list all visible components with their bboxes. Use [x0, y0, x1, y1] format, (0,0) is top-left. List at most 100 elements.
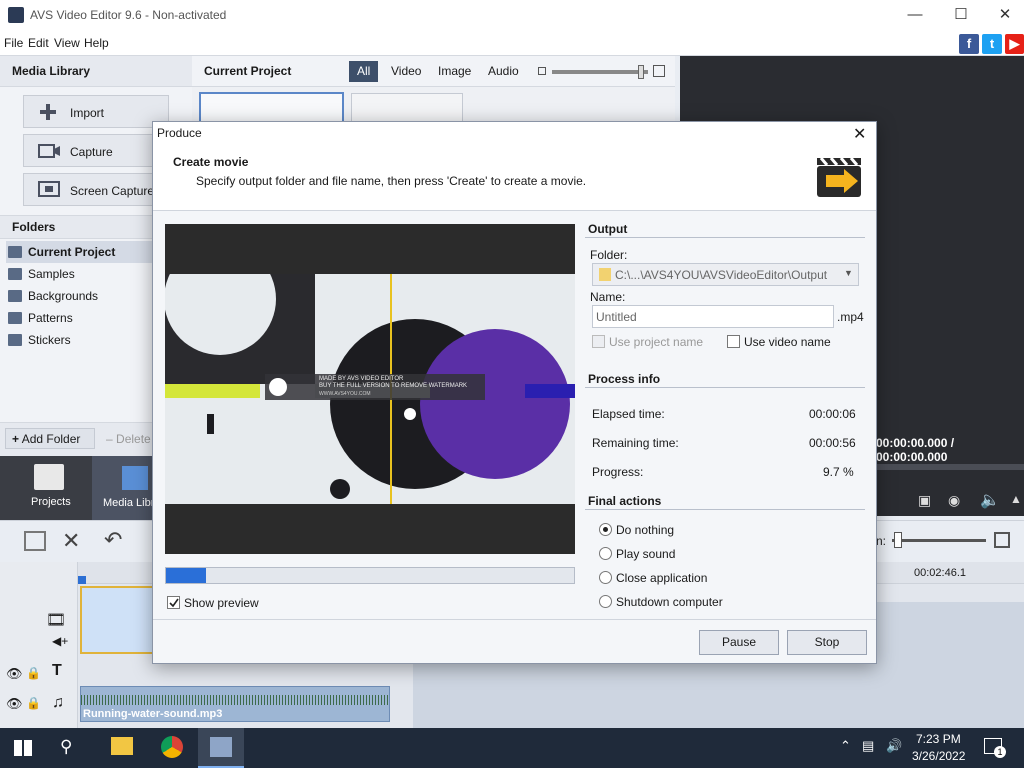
avs-taskbar-item[interactable] [198, 728, 244, 768]
option-close-application: Close application [616, 571, 708, 585]
import-button[interactable]: Import [23, 95, 169, 128]
lock-icon[interactable]: 🔒 [26, 666, 41, 680]
pause-button[interactable]: Pause [699, 630, 779, 655]
maximize-button[interactable]: ☐ [938, 0, 984, 31]
stop-button[interactable]: Stop [787, 630, 867, 655]
use-video-name-checkbox[interactable] [727, 335, 740, 348]
snapshot-icon[interactable]: ◉ [948, 492, 960, 509]
folders-heading: Folders [12, 220, 56, 234]
radio-do-nothing[interactable] [599, 523, 612, 536]
remaining-label: Remaining time: [592, 436, 679, 450]
radio-shutdown-computer[interactable] [599, 595, 612, 608]
menu-edit[interactable]: Edit [28, 36, 49, 50]
project-header: Current Project All Video Image Audio [192, 56, 675, 87]
zoom-label: n: [876, 534, 887, 548]
folder-stickers[interactable]: Stickers [6, 329, 156, 351]
capture-button[interactable]: Capture [23, 134, 169, 167]
dialog-header: Produce ✕ Create movie Specify output fo… [153, 122, 876, 210]
folder-label: Folder: [590, 248, 628, 262]
add-folder-button[interactable]: + Add Folder [5, 428, 95, 449]
filter-image[interactable]: Image [430, 61, 479, 82]
timeline-time: 00:02:46.1 [914, 567, 966, 579]
small-thumb-icon[interactable] [538, 67, 546, 75]
more-icon[interactable]: ▲ [1010, 492, 1022, 506]
minimize-button[interactable]: — [892, 0, 938, 31]
screen-capture-button[interactable]: Screen Capture [23, 173, 169, 206]
video-clip[interactable] [80, 586, 158, 654]
folder-current-project[interactable]: Current Project [6, 241, 156, 263]
radio-close-application[interactable] [599, 571, 612, 584]
video-preview: MADE BY AVS VIDEO EDITOR BUY THE FULL VE… [165, 224, 575, 554]
filter-audio[interactable]: Audio [480, 61, 527, 82]
zoom-handle[interactable] [894, 532, 902, 548]
title-bar: AVS Video Editor 9.6 - Non-activated — ☐… [0, 0, 1024, 31]
filter-video[interactable]: Video [383, 61, 429, 82]
folder-patterns[interactable]: Patterns [6, 307, 156, 329]
folder-samples[interactable]: Samples [6, 263, 156, 285]
show-preview-checkbox[interactable] [167, 596, 180, 609]
twitter-icon[interactable]: t [982, 34, 1002, 54]
slider-handle[interactable] [638, 65, 644, 79]
folder-backgrounds[interactable]: Backgrounds [6, 285, 156, 307]
fullscreen-icon[interactable]: ▣ [918, 492, 931, 509]
watermark-overlay: MADE BY AVS VIDEO EDITOR BUY THE FULL VE… [265, 374, 485, 400]
nav-media-library[interactable]: Media Libr [103, 497, 154, 509]
clapperboard-arrow-icon [816, 156, 862, 198]
audio-add-icon: ◀+ [52, 634, 69, 648]
use-project-name-checkbox[interactable] [592, 335, 605, 348]
nav-projects[interactable]: Projects [31, 496, 71, 508]
menu-view[interactable]: View [54, 36, 80, 50]
menu-file[interactable]: File [4, 36, 23, 50]
chevron-up-icon[interactable]: ⌃ [840, 738, 851, 754]
output-folder-select[interactable]: C:\...\AVS4YOU\AVSVideoEditor\Output ▼ [592, 263, 859, 286]
final-actions-heading: Final actions [588, 494, 662, 508]
radio-play-sound[interactable] [599, 547, 612, 560]
thumb-size-slider[interactable] [552, 70, 648, 74]
chevron-down-icon: ▼ [844, 268, 853, 278]
elapsed-value: 00:00:06 [809, 407, 856, 421]
speaker-icon[interactable]: 🔊 [886, 738, 902, 754]
close-button[interactable]: ✕ [982, 0, 1024, 31]
audio-waveform [81, 695, 389, 705]
delete-clip-icon[interactable]: ✕ [62, 528, 80, 554]
clock-date[interactable]: 3/26/2022 [912, 749, 965, 763]
file-explorer-icon[interactable] [111, 737, 133, 755]
undo-icon[interactable]: ↶ [104, 527, 122, 553]
eye-icon[interactable]: 👁 [6, 696, 23, 712]
notification-count: 1 [994, 746, 1006, 758]
youtube-icon[interactable]: ▶ [1005, 34, 1024, 54]
player-seekbar[interactable] [876, 464, 1024, 470]
fit-timeline-icon[interactable] [994, 532, 1010, 548]
file-name-input[interactable]: Untitled [592, 305, 834, 328]
menu-help[interactable]: Help [84, 36, 109, 50]
windows-start-icon[interactable] [14, 740, 32, 756]
delete-button[interactable]: – Delete [106, 432, 151, 446]
eye-icon[interactable]: 👁 [6, 666, 23, 682]
watermark-line2: BUY THE FULL VERSION TO REMOVE WATERMARK [319, 383, 468, 389]
clapperboard-icon [34, 464, 64, 490]
search-icon[interactable]: ⚲ [60, 737, 72, 757]
facebook-icon[interactable]: f [959, 34, 979, 54]
volume-icon[interactable]: 🔈 [980, 490, 1000, 510]
file-extension: .mp4 [837, 310, 864, 324]
filter-all[interactable]: All [349, 61, 379, 82]
lock-icon[interactable]: 🔒 [26, 696, 41, 710]
network-icon[interactable]: ▤ [862, 738, 874, 754]
chrome-icon[interactable] [161, 736, 183, 758]
use-project-name-label: Use project name [609, 335, 704, 349]
media-library-heading: Media Library [12, 64, 91, 78]
screen-capture-icon [38, 181, 60, 199]
create-movie-description: Specify output folder and file name, the… [196, 174, 587, 188]
option-do-nothing: Do nothing [616, 523, 675, 537]
playhead-marker[interactable] [78, 576, 86, 584]
zoom-slider[interactable] [892, 539, 986, 542]
large-thumb-icon[interactable] [653, 65, 665, 77]
import-label: Import [70, 106, 105, 120]
storyboard-icon[interactable] [24, 531, 46, 551]
delete-label: Delete [116, 432, 151, 446]
render-progress-fill [166, 568, 206, 583]
audio-clip[interactable]: Running-water-sound.mp3 [80, 686, 390, 722]
clock-time[interactable]: 7:23 PM [916, 732, 961, 746]
dialog-close-icon[interactable]: ✕ [853, 124, 866, 144]
minus-icon: – [106, 432, 113, 446]
